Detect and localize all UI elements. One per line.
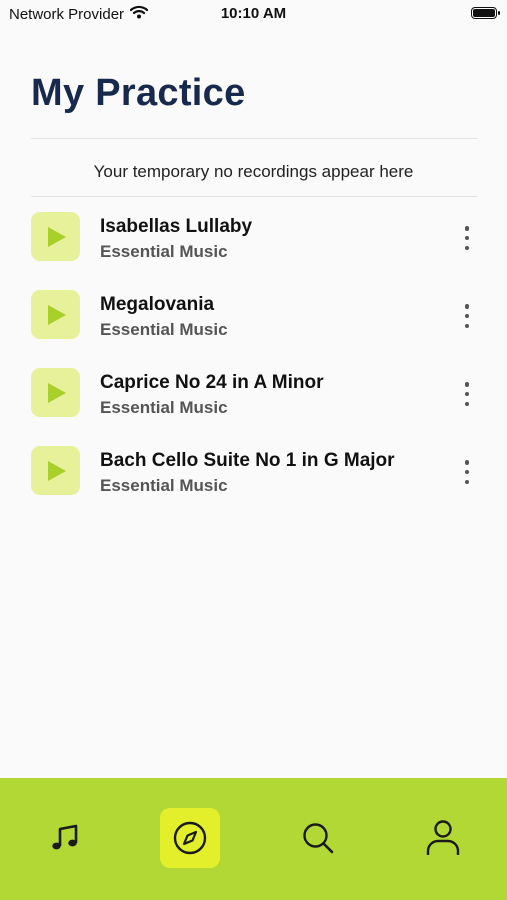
more-options-icon[interactable] bbox=[461, 460, 473, 484]
track-subtitle: Essential Music bbox=[100, 242, 228, 261]
music-note-icon bbox=[52, 824, 78, 850]
play-button[interactable] bbox=[31, 446, 80, 495]
tab-search[interactable] bbox=[288, 808, 348, 868]
play-icon bbox=[48, 305, 66, 325]
track-title: Isabellas Lullaby bbox=[100, 216, 253, 237]
tab-profile[interactable] bbox=[413, 808, 473, 868]
profile-icon bbox=[426, 820, 460, 855]
tab-music[interactable] bbox=[35, 808, 95, 868]
track-item[interactable]: Megalovania Essential Music bbox=[0, 290, 507, 342]
play-icon bbox=[48, 461, 66, 481]
page-title: My Practice bbox=[31, 72, 246, 114]
more-options-icon[interactable] bbox=[461, 304, 473, 328]
play-button[interactable] bbox=[31, 368, 80, 417]
track-item[interactable]: Isabellas Lullaby Essential Music bbox=[0, 212, 507, 264]
more-options-icon[interactable] bbox=[461, 226, 473, 250]
play-icon bbox=[48, 227, 66, 247]
track-title: Megalovania bbox=[100, 294, 215, 315]
track-item[interactable]: Caprice No 24 in A Minor Essential Music bbox=[0, 368, 507, 420]
more-options-icon[interactable] bbox=[461, 382, 473, 406]
list-divider bbox=[31, 196, 477, 197]
compass-icon bbox=[173, 821, 207, 855]
track-title: Caprice No 24 in A Minor bbox=[100, 372, 324, 393]
play-button[interactable] bbox=[31, 212, 80, 261]
empty-recordings-notice: Your temporary no recordings appear here bbox=[93, 162, 414, 181]
track-item[interactable]: Bach Cello Suite No 1 in G Major Essenti… bbox=[0, 446, 507, 498]
play-button[interactable] bbox=[31, 290, 80, 339]
tab-explore[interactable] bbox=[160, 808, 220, 868]
play-icon bbox=[48, 383, 66, 403]
search-icon bbox=[303, 823, 334, 854]
status-time: 10:10 AM bbox=[220, 5, 287, 22]
track-subtitle: Essential Music bbox=[100, 320, 228, 339]
track-subtitle: Essential Music bbox=[100, 476, 228, 495]
track-title: Bach Cello Suite No 1 in G Major bbox=[100, 450, 395, 471]
track-subtitle: Essential Music bbox=[100, 398, 228, 417]
title-divider bbox=[31, 138, 477, 139]
battery-icon bbox=[471, 7, 500, 19]
bottom-tab-bar bbox=[0, 778, 507, 900]
status-bar: Network Provider 10:10 AM bbox=[0, 0, 507, 30]
